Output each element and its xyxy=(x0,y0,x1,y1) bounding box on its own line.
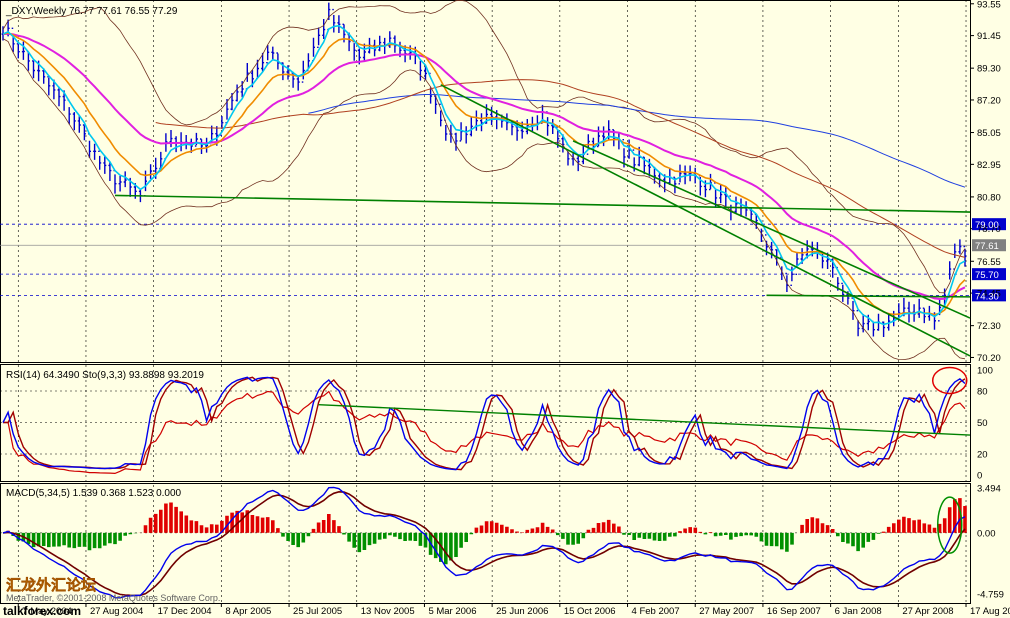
x-axis-label: 25 Jun 2006 xyxy=(496,606,548,617)
x-axis-label: 4 Feb 2007 xyxy=(632,606,680,617)
y-axis-label: 70.20 xyxy=(977,353,1001,364)
rsi-header: RSI(14) 64.3490 Sto(9,3,3) 93.8898 93.20… xyxy=(6,370,204,381)
level-tag-text: 77.61 xyxy=(975,241,999,252)
level-tag-text: 75.70 xyxy=(975,270,999,281)
y-axis-label: 91.45 xyxy=(977,31,1001,42)
rsi-trendline xyxy=(318,403,971,436)
x-axis-label: 7 May 2004 xyxy=(22,606,72,617)
x-axis-label: 13 Nov 2005 xyxy=(361,606,415,617)
macd-axis-label: -4.759 xyxy=(977,590,1004,601)
trendline xyxy=(572,140,971,319)
bollinger-upper xyxy=(2,0,966,294)
rsi-axis-label: 50 xyxy=(977,418,988,429)
macd-histogram-negative xyxy=(11,532,881,565)
level-tag-text: 79.00 xyxy=(975,220,999,231)
price-bars xyxy=(1,2,967,337)
rsi-axis-label: 20 xyxy=(977,450,988,461)
trendline xyxy=(766,294,971,298)
x-axis-label: 8 Apr 2005 xyxy=(225,606,271,617)
x-axis-label: 6 Jan 2008 xyxy=(835,606,882,617)
stoch-signal-line xyxy=(3,376,966,471)
y-axis-label: 72.30 xyxy=(977,321,1001,332)
macd-axis-label: 0.00 xyxy=(977,528,996,539)
dxy-weekly-chart[interactable]: _DXY,Weekly 76.77 77.61 76.55 77.29 RSI(… xyxy=(0,0,1010,618)
x-axis-label: 17 Aug 2008 xyxy=(970,606,1010,617)
macd-main-line xyxy=(2,486,966,599)
ema-slow-line xyxy=(2,32,966,301)
y-axis-label: 82.95 xyxy=(977,160,1001,171)
trendline xyxy=(114,194,971,213)
x-axis-label: 5 Mar 2006 xyxy=(428,606,476,617)
y-axis-label: 76.55 xyxy=(977,257,1001,268)
x-axis-label: 25 Jul 2005 xyxy=(293,606,342,617)
rsi-axis-label: 100 xyxy=(977,366,993,377)
y-axis-label: 93.55 xyxy=(977,0,1001,10)
x-axis-label: 17 Dec 2004 xyxy=(158,606,212,617)
panel-frame-macd xyxy=(0,483,971,604)
y-axis-label: 87.20 xyxy=(977,95,1001,106)
x-axis-label: 27 Apr 2008 xyxy=(902,606,953,617)
chart-window: _DXY,Weekly 76.77 77.61 76.55 77.29 RSI(… xyxy=(0,0,1010,618)
x-axis-label: 27 May 2007 xyxy=(699,606,754,617)
y-axis-label: 85.05 xyxy=(977,128,1001,139)
copyright-text: MetaTrader, ©2001-2008 MetaQuotes Softwa… xyxy=(6,593,220,603)
x-axis-label: 16 Sep 2007 xyxy=(767,606,821,617)
y-axis-label: 80.80 xyxy=(977,192,1001,203)
y-axis-label: 89.30 xyxy=(977,64,1001,75)
forum-logo: 汇龙外汇论坛 xyxy=(6,576,96,594)
main-header: _DXY,Weekly 76.77 77.61 76.55 77.29 xyxy=(5,6,178,17)
macd-header: MACD(5,34,5) 1.539 0.368 1.523 0.000 xyxy=(6,488,182,499)
macd-axis-label: 3.494 xyxy=(977,484,1001,495)
macd-histogram-positive xyxy=(1,498,967,533)
ma-very-long-line xyxy=(308,94,966,188)
rsi-axis-label: 0 xyxy=(977,471,982,482)
x-axis-label: 15 Oct 2006 xyxy=(564,606,616,617)
trendline xyxy=(440,84,971,357)
macd-signal-line xyxy=(2,490,966,597)
rsi-axis-label: 80 xyxy=(977,387,988,398)
bollinger-lower xyxy=(2,38,966,361)
level-tag-text: 74.30 xyxy=(975,291,999,302)
x-axis-label: 27 Aug 2004 xyxy=(90,606,143,617)
